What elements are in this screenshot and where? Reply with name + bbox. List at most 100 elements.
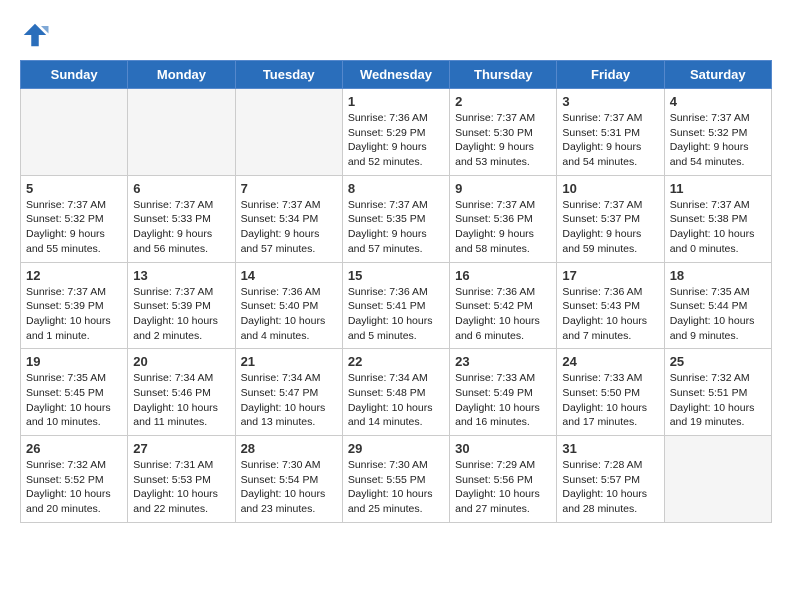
calendar-day-cell: 3 Sunrise: 7:37 AM Sunset: 5:31 PM Daylig… xyxy=(557,89,664,176)
day-info: Sunrise: 7:35 AM Sunset: 5:45 PM Dayligh… xyxy=(26,371,122,430)
day-number: 3 xyxy=(562,94,658,109)
calendar-day-cell: 9 Sunrise: 7:37 AM Sunset: 5:36 PM Daylig… xyxy=(450,175,557,262)
calendar-day-cell: 6 Sunrise: 7:37 AM Sunset: 5:33 PM Daylig… xyxy=(128,175,235,262)
day-info: Sunrise: 7:37 AM Sunset: 5:37 PM Dayligh… xyxy=(562,198,658,257)
day-number: 24 xyxy=(562,354,658,369)
day-info: Sunrise: 7:29 AM Sunset: 5:56 PM Dayligh… xyxy=(455,458,551,517)
day-number: 2 xyxy=(455,94,551,109)
weekday-header-cell: Thursday xyxy=(450,61,557,89)
calendar-day-cell: 13 Sunrise: 7:37 AM Sunset: 5:39 PM Dayli… xyxy=(128,262,235,349)
day-info: Sunrise: 7:36 AM Sunset: 5:29 PM Dayligh… xyxy=(348,111,444,170)
calendar-day-cell: 29 Sunrise: 7:30 AM Sunset: 5:55 PM Dayli… xyxy=(342,436,449,523)
day-info: Sunrise: 7:36 AM Sunset: 5:42 PM Dayligh… xyxy=(455,285,551,344)
day-info: Sunrise: 7:28 AM Sunset: 5:57 PM Dayligh… xyxy=(562,458,658,517)
day-number: 28 xyxy=(241,441,337,456)
weekday-header-cell: Saturday xyxy=(664,61,771,89)
day-number: 26 xyxy=(26,441,122,456)
calendar-day-cell: 16 Sunrise: 7:36 AM Sunset: 5:42 PM Dayli… xyxy=(450,262,557,349)
calendar-day-cell xyxy=(664,436,771,523)
calendar-day-cell: 28 Sunrise: 7:30 AM Sunset: 5:54 PM Dayli… xyxy=(235,436,342,523)
day-info: Sunrise: 7:31 AM Sunset: 5:53 PM Dayligh… xyxy=(133,458,229,517)
calendar-week-row: 26Sunrise: 7:32 AM Sunset: 5:52 PM Dayli… xyxy=(21,436,772,523)
calendar-day-cell: 19Sunrise: 7:35 AM Sunset: 5:45 PM Dayli… xyxy=(21,349,128,436)
day-info: Sunrise: 7:30 AM Sunset: 5:54 PM Dayligh… xyxy=(241,458,337,517)
day-info: Sunrise: 7:33 AM Sunset: 5:50 PM Dayligh… xyxy=(562,371,658,430)
day-number: 20 xyxy=(133,354,229,369)
calendar-day-cell: 12 Sunrise: 7:37 AM Sunset: 5:39 PM Dayli… xyxy=(21,262,128,349)
day-info: Sunrise: 7:32 AM Sunset: 5:51 PM Dayligh… xyxy=(670,371,766,430)
day-number: 25 xyxy=(670,354,766,369)
day-number: 18 xyxy=(670,268,766,283)
weekday-header-cell: Tuesday xyxy=(235,61,342,89)
day-number: 1 xyxy=(348,94,444,109)
calendar-day-cell: 5 Sunrise: 7:37 AM Sunset: 5:32 PM Daylig… xyxy=(21,175,128,262)
day-info: Sunrise: 7:37 AM Sunset: 5:39 PM Dayligh… xyxy=(133,285,229,344)
day-info: Sunrise: 7:37 AM Sunset: 5:31 PM Dayligh… xyxy=(562,111,658,170)
calendar-week-row: 1 Sunrise: 7:36 AM Sunset: 5:29 PM Daylig… xyxy=(21,89,772,176)
calendar-day-cell: 10 Sunrise: 7:37 AM Sunset: 5:37 PM Dayli… xyxy=(557,175,664,262)
day-info: Sunrise: 7:30 AM Sunset: 5:55 PM Dayligh… xyxy=(348,458,444,517)
calendar-week-row: 12 Sunrise: 7:37 AM Sunset: 5:39 PM Dayli… xyxy=(21,262,772,349)
calendar-day-cell xyxy=(235,89,342,176)
calendar-day-cell: 4Sunrise: 7:37 AM Sunset: 5:32 PM Daylig… xyxy=(664,89,771,176)
calendar-body: 1 Sunrise: 7:36 AM Sunset: 5:29 PM Daylig… xyxy=(21,89,772,523)
calendar-week-row: 19Sunrise: 7:35 AM Sunset: 5:45 PM Dayli… xyxy=(21,349,772,436)
day-number: 13 xyxy=(133,268,229,283)
day-number: 21 xyxy=(241,354,337,369)
calendar-day-cell: 25 Sunrise: 7:32 AM Sunset: 5:51 PM Dayli… xyxy=(664,349,771,436)
calendar-day-cell: 15 Sunrise: 7:36 AM Sunset: 5:41 PM Dayli… xyxy=(342,262,449,349)
day-number: 9 xyxy=(455,181,551,196)
day-info: Sunrise: 7:37 AM Sunset: 5:32 PM Dayligh… xyxy=(26,198,122,257)
day-number: 8 xyxy=(348,181,444,196)
calendar-table: SundayMondayTuesdayWednesdayThursdayFrid… xyxy=(20,60,772,523)
calendar-day-cell: 2 Sunrise: 7:37 AM Sunset: 5:30 PM Daylig… xyxy=(450,89,557,176)
day-number: 10 xyxy=(562,181,658,196)
calendar-day-cell: 23 Sunrise: 7:33 AM Sunset: 5:49 PM Dayli… xyxy=(450,349,557,436)
day-number: 29 xyxy=(348,441,444,456)
day-info: Sunrise: 7:37 AM Sunset: 5:36 PM Dayligh… xyxy=(455,198,551,257)
calendar-week-row: 5 Sunrise: 7:37 AM Sunset: 5:32 PM Daylig… xyxy=(21,175,772,262)
day-number: 4 xyxy=(670,94,766,109)
day-number: 5 xyxy=(26,181,122,196)
calendar-day-cell: 14Sunrise: 7:36 AM Sunset: 5:40 PM Dayli… xyxy=(235,262,342,349)
logo-icon xyxy=(20,20,50,50)
calendar-day-cell: 17Sunrise: 7:36 AM Sunset: 5:43 PM Dayli… xyxy=(557,262,664,349)
calendar-day-cell: 8 Sunrise: 7:37 AM Sunset: 5:35 PM Daylig… xyxy=(342,175,449,262)
day-number: 7 xyxy=(241,181,337,196)
weekday-header-cell: Wednesday xyxy=(342,61,449,89)
day-info: Sunrise: 7:34 AM Sunset: 5:46 PM Dayligh… xyxy=(133,371,229,430)
day-info: Sunrise: 7:37 AM Sunset: 5:38 PM Dayligh… xyxy=(670,198,766,257)
calendar-day-cell xyxy=(128,89,235,176)
day-info: Sunrise: 7:37 AM Sunset: 5:35 PM Dayligh… xyxy=(348,198,444,257)
calendar-day-cell: 30Sunrise: 7:29 AM Sunset: 5:56 PM Dayli… xyxy=(450,436,557,523)
day-number: 12 xyxy=(26,268,122,283)
day-info: Sunrise: 7:37 AM Sunset: 5:34 PM Dayligh… xyxy=(241,198,337,257)
day-info: Sunrise: 7:37 AM Sunset: 5:30 PM Dayligh… xyxy=(455,111,551,170)
calendar-day-cell: 7 Sunrise: 7:37 AM Sunset: 5:34 PM Daylig… xyxy=(235,175,342,262)
day-info: Sunrise: 7:34 AM Sunset: 5:47 PM Dayligh… xyxy=(241,371,337,430)
day-number: 16 xyxy=(455,268,551,283)
calendar-day-cell: 26Sunrise: 7:32 AM Sunset: 5:52 PM Dayli… xyxy=(21,436,128,523)
calendar-day-cell: 20 Sunrise: 7:34 AM Sunset: 5:46 PM Dayli… xyxy=(128,349,235,436)
weekday-header-cell: Monday xyxy=(128,61,235,89)
day-info: Sunrise: 7:34 AM Sunset: 5:48 PM Dayligh… xyxy=(348,371,444,430)
page-header xyxy=(20,20,772,50)
calendar-day-cell: 24 Sunrise: 7:33 AM Sunset: 5:50 PM Dayli… xyxy=(557,349,664,436)
weekday-header-row: SundayMondayTuesdayWednesdayThursdayFrid… xyxy=(21,61,772,89)
calendar-day-cell: 22 Sunrise: 7:34 AM Sunset: 5:48 PM Dayli… xyxy=(342,349,449,436)
day-number: 22 xyxy=(348,354,444,369)
day-number: 6 xyxy=(133,181,229,196)
day-info: Sunrise: 7:37 AM Sunset: 5:33 PM Dayligh… xyxy=(133,198,229,257)
calendar-day-cell: 27Sunrise: 7:31 AM Sunset: 5:53 PM Dayli… xyxy=(128,436,235,523)
day-number: 15 xyxy=(348,268,444,283)
day-number: 23 xyxy=(455,354,551,369)
day-info: Sunrise: 7:33 AM Sunset: 5:49 PM Dayligh… xyxy=(455,371,551,430)
day-info: Sunrise: 7:36 AM Sunset: 5:43 PM Dayligh… xyxy=(562,285,658,344)
day-info: Sunrise: 7:36 AM Sunset: 5:41 PM Dayligh… xyxy=(348,285,444,344)
weekday-header-cell: Friday xyxy=(557,61,664,89)
day-info: Sunrise: 7:37 AM Sunset: 5:39 PM Dayligh… xyxy=(26,285,122,344)
calendar-day-cell: 21 Sunrise: 7:34 AM Sunset: 5:47 PM Dayli… xyxy=(235,349,342,436)
logo xyxy=(20,20,54,50)
day-number: 14 xyxy=(241,268,337,283)
calendar-day-cell: 18Sunrise: 7:35 AM Sunset: 5:44 PM Dayli… xyxy=(664,262,771,349)
